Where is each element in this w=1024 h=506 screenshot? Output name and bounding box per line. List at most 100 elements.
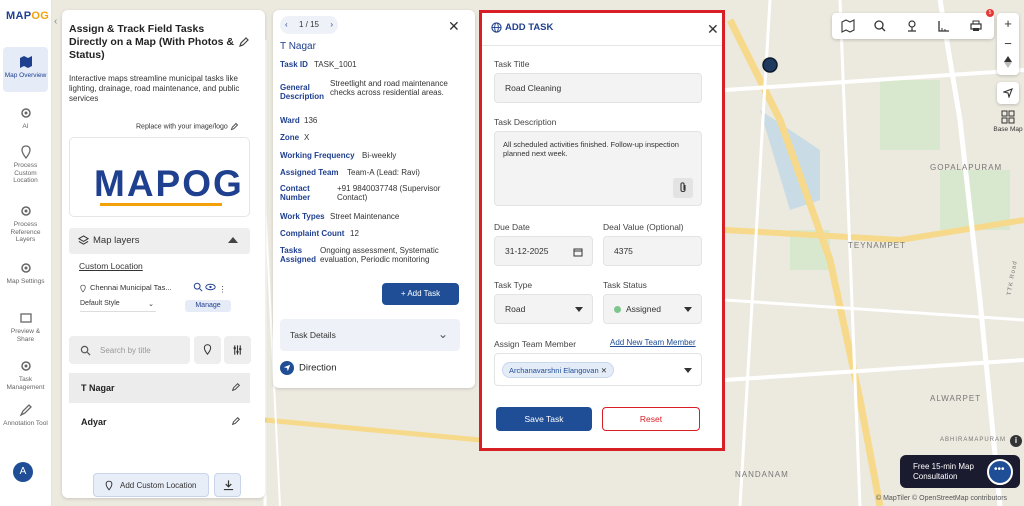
close-icon[interactable]: ✕ [448,18,460,35]
page-title: Assign & Track Field Tasks Directly on a… [69,23,234,61]
caret-down-icon [575,307,583,312]
custom-location-link[interactable]: Custom Location [79,261,143,271]
task-status-label: Task Status [603,280,647,290]
more-options-icon[interactable]: ⋮ [218,285,226,294]
search-icon [80,345,91,356]
edit-pencil-icon[interactable] [238,36,250,48]
task-title-input[interactable]: Road Cleaning [494,73,702,103]
chat-bubble-icon[interactable]: ••• [987,459,1013,485]
attach-button[interactable] [673,178,693,198]
task-details-accordion[interactable]: Task Details ⌄ [280,319,460,351]
zoom-out-button[interactable]: − [997,34,1019,54]
map-label-abhiramapuram: ABHIRAMAPURAM [940,437,1007,443]
rail-process-reference-layers[interactable]: Process Reference Layers [3,204,48,244]
location-filter-button[interactable] [194,336,221,364]
list-item[interactable]: T Nagar [69,373,250,403]
caret-down-icon [684,307,692,312]
rail-process-custom-location[interactable]: Process Custom Location [3,145,48,185]
navigation-arrow-icon [1003,88,1013,98]
zoom-to-layer-icon[interactable] [193,282,203,292]
measure-icon[interactable] [937,19,951,33]
project-description: Interactive maps streamline municipal ta… [69,74,240,103]
direction-button[interactable]: Direction [280,361,337,375]
collapse-up-icon [228,237,238,243]
style-select[interactable]: Default Style ⌄ [80,300,156,312]
logo-box[interactable]: MAPOG [69,137,250,217]
task-description-label: Task Description [494,117,557,127]
deal-value-input[interactable]: 4375 [603,236,702,266]
save-task-button[interactable]: Save Task [496,407,592,431]
location-pin-icon [80,284,86,293]
logo-underline [100,203,222,206]
paperclip-icon [680,182,686,193]
pin-drop-icon[interactable] [905,19,919,33]
gear-icon [20,108,31,118]
free-consultation-banner[interactable]: Free 15-min Map Consultation ••• [900,455,1020,488]
filter-button[interactable] [224,336,251,364]
next-chevron-icon[interactable]: › [330,16,333,34]
replace-logo-link[interactable]: Replace with your image/logo [136,122,239,131]
compass-icon [1004,56,1012,68]
layers-grid-icon [1001,110,1015,124]
task-description-textarea[interactable]: All scheduled activities finished. Follo… [494,131,702,206]
reset-button[interactable]: Reset [602,407,700,431]
rail-task-management[interactable]: Task Management [3,359,48,391]
remove-chip-icon[interactable]: ✕ [601,366,607,375]
close-icon[interactable]: ✕ [707,21,719,38]
app-logo[interactable]: MAPOG [6,10,49,22]
add-new-team-member-link[interactable]: Add New Team Member [610,338,696,347]
collapse-chevron-icon[interactable]: ‹ [54,16,57,27]
left-rail: MAPOG Map Overview AI Process Custom Loc… [0,0,52,506]
print-icon[interactable] [969,19,983,33]
task-type-select[interactable]: Road [494,294,593,324]
search-box[interactable]: Search by title [69,336,190,364]
location-pin-icon [203,344,212,356]
prev-chevron-icon[interactable]: ‹ [285,16,288,34]
map-layers-header[interactable]: Map layers [69,228,250,254]
search-input[interactable]: Search by title [100,346,151,355]
status-dot [614,306,621,314]
assign-team-member-label: Assign Team Member [494,339,577,349]
manage-button[interactable]: Manage [185,300,231,312]
rail-map-settings[interactable]: Map Settings [3,261,48,286]
map-label-alwarpet: ALWARPET [930,394,982,403]
download-button[interactable] [214,473,241,497]
zoom-in-button[interactable]: + [997,14,1019,34]
download-icon [223,480,234,491]
rail-preview-share[interactable]: Preview & Share [3,311,48,343]
avatar[interactable]: A [13,462,33,482]
navigation-arrow-icon [280,361,294,375]
due-date-input[interactable]: 31-12-2025 [494,236,593,266]
sliders-icon [233,345,242,355]
rail-ai[interactable]: AI [3,106,48,131]
share-icon [19,313,32,323]
dialog-title: ADD TASK [491,22,553,33]
info-icon[interactable]: i [1010,435,1022,447]
globe-icon [491,22,502,33]
location-name: T Nagar [280,41,316,52]
edit-pencil-icon[interactable] [231,382,241,392]
gear-icon [20,361,31,371]
layer-row[interactable]: Chennai Municipal Tas... [79,283,172,293]
base-map-button[interactable]: Base Map [992,110,1024,133]
assign-team-member-select[interactable]: Archanavarshni Elangovan ✕ [494,353,702,386]
my-location-button[interactable] [997,82,1019,104]
divider [482,45,722,46]
caret-down-icon [684,368,692,373]
zoom-controls: + − [997,13,1019,75]
search-icon[interactable] [873,19,887,33]
add-custom-location-button[interactable]: Add Custom Location [93,473,209,497]
compass-button[interactable] [997,54,1019,74]
map-label-gopalapuram: GOPALAPURAM [930,163,1003,172]
add-task-dialog: ADD TASK ✕ Task Title Road Cleaning Task… [479,10,725,451]
task-status-select[interactable]: Assigned [603,294,702,324]
add-task-button[interactable]: + Add Task [382,283,459,305]
eye-icon[interactable] [205,282,216,292]
calendar-icon[interactable] [573,247,583,257]
edit-pencil-icon[interactable] [231,416,241,426]
rail-map-overview[interactable]: Map Overview [3,47,48,92]
project-panel: Assign & Track Field Tasks Directly on a… [62,10,265,498]
rail-annotation-tool[interactable]: Annotation Tool [3,403,48,428]
list-item[interactable]: Adyar [69,407,250,437]
map-view-icon[interactable] [841,19,855,33]
